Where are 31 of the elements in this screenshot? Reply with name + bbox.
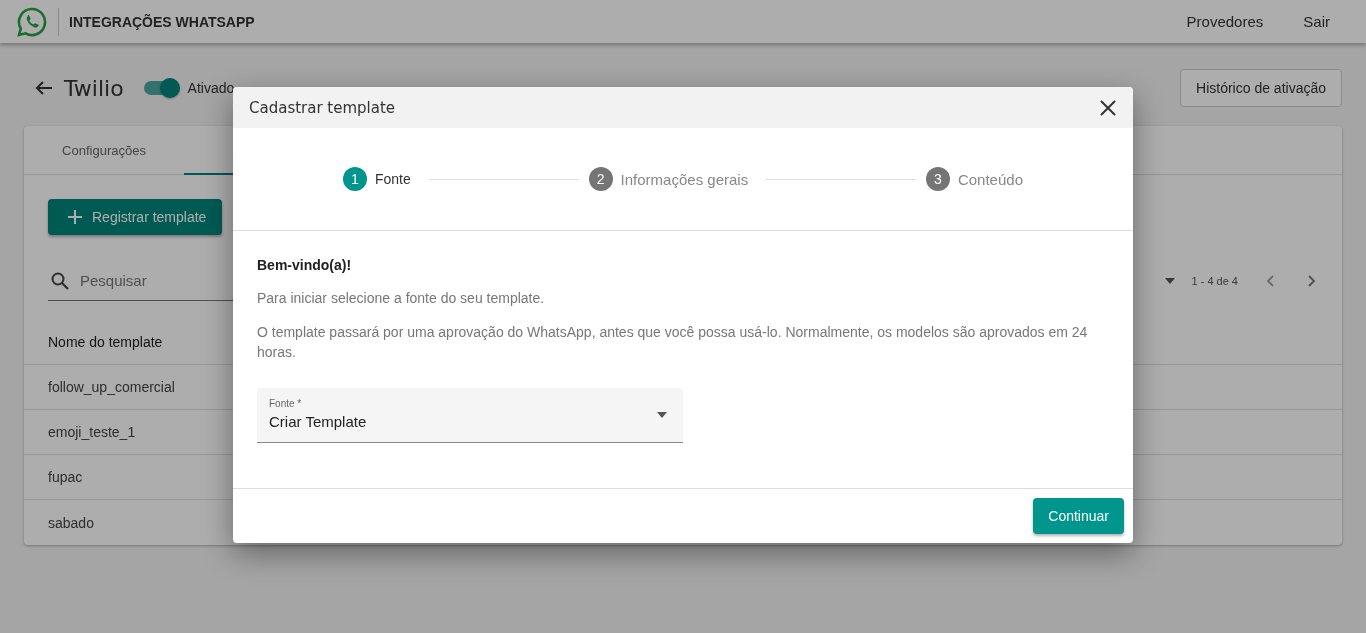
step-number: 1 bbox=[343, 167, 367, 191]
register-template-button[interactable]: Registrar template bbox=[48, 199, 223, 235]
table-cell: emoji_teste_1 bbox=[48, 424, 136, 440]
welcome-heading: Bem-vindo(a)! bbox=[257, 257, 353, 273]
nav-link[interactable]: Provedores bbox=[1166, 13, 1284, 30]
step-number: 2 bbox=[588, 167, 613, 191]
whatsapp-logo-icon bbox=[16, 5, 48, 38]
toggle-switch[interactable] bbox=[143, 77, 180, 99]
table-cell: fupac bbox=[48, 469, 83, 485]
source-select[interactable]: Fonte * Criar Template bbox=[257, 388, 683, 443]
table-cell: sabado bbox=[48, 514, 94, 531]
dropdown-arrow-icon[interactable] bbox=[1163, 277, 1176, 285]
step-label: Conteúdo bbox=[957, 170, 1023, 188]
history-button[interactable]: Histórico de ativação bbox=[1180, 69, 1342, 107]
app-title: INTEGRAÇÕES WHATSAPP bbox=[69, 13, 255, 30]
dropdown-arrow-icon bbox=[656, 411, 668, 419]
page-title: Twilio bbox=[64, 75, 124, 101]
step-number: 3 bbox=[925, 167, 950, 191]
step-label: Informações gerais bbox=[620, 170, 749, 188]
tab[interactable]: Configurações bbox=[24, 126, 184, 174]
continue-button[interactable]: Continuar bbox=[1033, 498, 1124, 534]
plus-icon bbox=[66, 208, 84, 226]
close-icon[interactable] bbox=[1099, 98, 1117, 117]
table-cell: follow_up_comercial bbox=[48, 379, 175, 395]
search-icon bbox=[50, 271, 70, 291]
step-label: Fonte bbox=[375, 171, 411, 187]
toggle-label: Ativado bbox=[187, 80, 235, 96]
page-range: 1 - 4 de 4 bbox=[1191, 275, 1238, 287]
instruction-text: O template passará por uma aprovação do WhatsApp, antes que você possa usá-lo. Normalmente, os modelos são aprovados em 24 horas. bbox=[257, 323, 1089, 362]
dialog-title: Cadastrar template bbox=[249, 98, 397, 117]
nav-link[interactable]: Sair bbox=[1283, 13, 1350, 30]
